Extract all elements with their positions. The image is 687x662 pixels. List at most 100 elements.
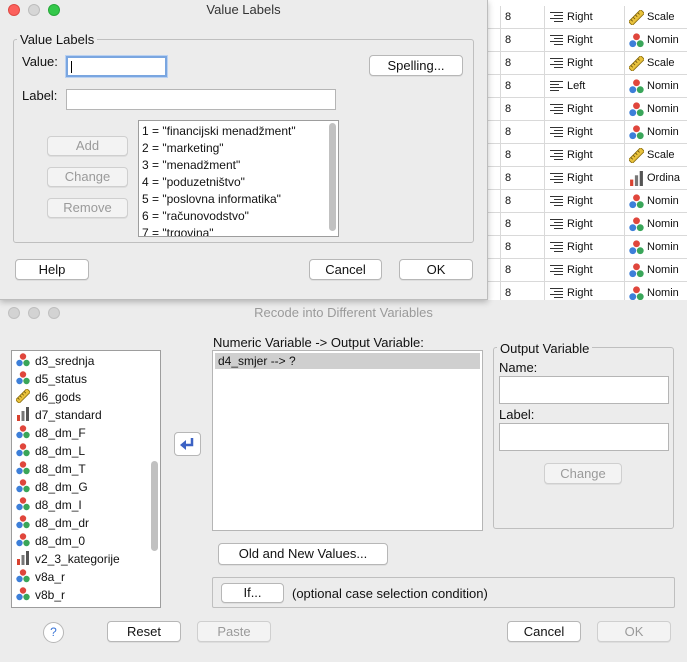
grid-row[interactable]: 8 Right Nomin [488,190,687,213]
grid-row[interactable]: 8 Right Nomin [488,282,687,300]
align-cell[interactable]: Right [544,121,624,144]
align-cell[interactable]: Right [544,52,624,75]
width-cell[interactable]: 8 [500,6,544,29]
variable-list-item[interactable]: d3_srednja [16,352,94,370]
align-cell[interactable]: Right [544,6,624,29]
variable-list-item[interactable]: v2_3_kategorije [16,550,120,568]
value-label-item[interactable]: 1 = "financijski menadžment" [139,123,338,140]
grid-row[interactable]: 8 Right Scale [488,144,687,167]
align-cell[interactable]: Right [544,144,624,167]
value-label-item[interactable]: 2 = "marketing" [139,140,338,157]
variable-list-item[interactable]: d8_dm_G [16,478,88,496]
align-cell[interactable]: Right [544,259,624,282]
width-cell[interactable]: 8 [500,282,544,300]
measure-cell[interactable]: Scale [624,6,687,29]
value-label-item[interactable]: 3 = "menadžment" [139,157,338,174]
old-new-values-button[interactable]: Old and New Values... [218,543,388,565]
grid-row[interactable]: 8 Right Nomin [488,98,687,121]
close-window-icon[interactable] [8,4,20,16]
width-cell[interactable]: 8 [500,167,544,190]
align-cell[interactable]: Right [544,190,624,213]
width-cell[interactable]: 8 [500,52,544,75]
width-cell[interactable]: 8 [500,121,544,144]
measure-cell[interactable]: Nomin [624,213,687,236]
paste-button[interactable]: Paste [197,621,271,642]
help-button[interactable]: Help [15,259,89,280]
align-cell[interactable]: Right [544,213,624,236]
mapping-list[interactable]: d4_smjer --> ? [212,350,483,531]
output-label-input[interactable] [499,423,669,451]
variable-list-item[interactable]: d8_dm_F [16,424,86,442]
measure-cell[interactable]: Nomin [624,236,687,259]
variable-list-item[interactable]: d8_dm_dr [16,514,89,532]
measure-cell[interactable]: Nomin [624,190,687,213]
align-cell[interactable]: Right [544,236,624,259]
align-cell[interactable]: Left [544,75,624,98]
measure-cell[interactable]: Ordina [624,167,687,190]
measure-cell[interactable]: Nomin [624,98,687,121]
output-change-button[interactable]: Change [544,463,622,484]
width-cell[interactable]: 8 [500,29,544,52]
source-variable-list[interactable]: d3_srednja d5_status d6_gods d7_standard… [11,350,161,608]
help-icon[interactable]: ? [43,622,64,643]
output-name-input[interactable] [499,376,669,404]
variable-list-item[interactable]: d8_dm_0 [16,532,85,550]
recode-cancel-button[interactable]: Cancel [507,621,581,642]
zoom-window-icon[interactable] [48,4,60,16]
variable-list-item[interactable]: d6_gods [15,388,81,406]
variable-list-item[interactable]: d5_status [16,370,87,388]
minimize-window-icon[interactable] [28,307,40,319]
ok-button[interactable]: OK [399,259,473,280]
zoom-window-icon[interactable] [48,307,60,319]
width-cell[interactable]: 8 [500,213,544,236]
measure-cell[interactable]: Nomin [624,282,687,300]
measure-cell[interactable]: Nomin [624,29,687,52]
grid-row[interactable]: 8 Left Nomin [488,75,687,98]
cancel-button[interactable]: Cancel [309,259,382,280]
measure-cell[interactable]: Nomin [624,121,687,144]
grid-row[interactable]: 8 Right Nomin [488,259,687,282]
change-button[interactable]: Change [47,167,128,187]
value-label-item[interactable]: 4 = "poduzetništvo" [139,174,338,191]
grid-row[interactable]: 8 Right Nomin [488,121,687,144]
measure-cell[interactable]: Scale [624,52,687,75]
grid-row[interactable]: 8 Right Nomin [488,213,687,236]
add-button[interactable]: Add [47,136,128,156]
value-label-item[interactable]: 5 = "poslovna informatika" [139,191,338,208]
align-cell[interactable]: Right [544,167,624,190]
align-cell[interactable]: Right [544,29,624,52]
variable-list-scrollbar[interactable] [151,461,158,551]
list-scrollbar[interactable] [329,123,336,231]
measure-cell[interactable]: Nomin [624,75,687,98]
variable-list-item[interactable]: d8_dm_T [16,460,86,478]
measure-cell[interactable]: Scale [624,144,687,167]
close-window-icon[interactable] [8,307,20,319]
value-input[interactable] [66,56,167,77]
width-cell[interactable]: 8 [500,98,544,121]
align-cell[interactable]: Right [544,98,624,121]
variable-list-item[interactable]: v8a_r [16,568,65,586]
recode-ok-button[interactable]: OK [597,621,671,642]
width-cell[interactable]: 8 [500,144,544,167]
label-input[interactable] [66,89,336,110]
variable-list-item[interactable]: d7_standard [16,406,102,424]
move-variable-button[interactable] [174,432,201,456]
reset-button[interactable]: Reset [107,621,181,642]
value-labels-list[interactable]: 1 = "financijski menadžment" 2 = "marketi… [138,120,339,237]
mapping-item[interactable]: d4_smjer --> ? [215,353,480,369]
spelling-button[interactable]: Spelling... [369,55,463,76]
value-label-item[interactable]: 6 = "računovodstvo" [139,208,338,225]
width-cell[interactable]: 8 [500,236,544,259]
variable-list-item[interactable]: d8_dm_L [16,442,85,460]
grid-row[interactable]: 8 Right Nomin [488,236,687,259]
grid-row[interactable]: 8 Right Nomin [488,29,687,52]
grid-row[interactable]: 8 Right Scale [488,52,687,75]
value-label-item[interactable]: 7 = "trgovina" [139,225,338,236]
grid-row[interactable]: 8 Right Ordina [488,167,687,190]
variable-list-item[interactable]: v8b_r [16,586,65,604]
measure-cell[interactable]: Nomin [624,259,687,282]
width-cell[interactable]: 8 [500,75,544,98]
remove-button[interactable]: Remove [47,198,128,218]
align-cell[interactable]: Right [544,282,624,300]
width-cell[interactable]: 8 [500,190,544,213]
